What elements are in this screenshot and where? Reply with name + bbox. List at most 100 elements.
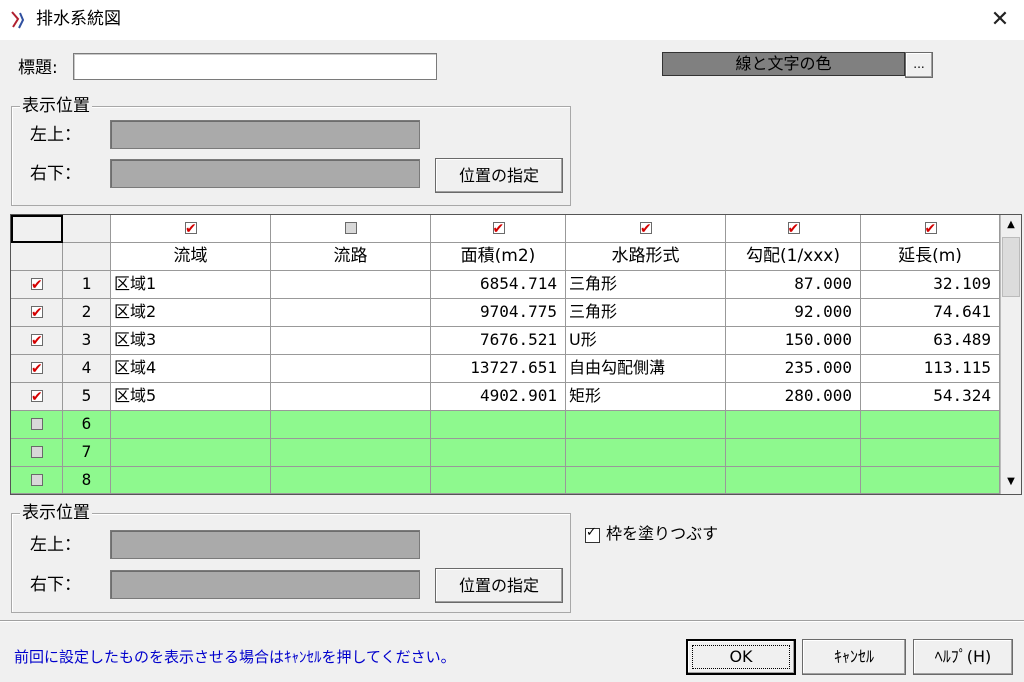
column-checkbox[interactable]	[640, 216, 652, 242]
table-cell[interactable]	[271, 467, 431, 494]
scroll-thumb[interactable]	[1002, 237, 1020, 297]
row-checkbox[interactable]	[31, 300, 43, 326]
close-icon[interactable]: ✕	[986, 6, 1014, 34]
fill-frame-label[interactable]: 枠を塗りつぶす	[606, 523, 718, 545]
table-cell[interactable]: 9704.775	[431, 299, 566, 327]
data-grid: 流域流路面積(m2)水路形式勾配(1/xxx)延長(m) 1区域1 6854.714…	[10, 214, 1022, 495]
table-cell[interactable]: 区域4	[111, 355, 271, 383]
top-position-legend: 表示位置	[20, 96, 92, 116]
table-cell[interactable]: 7676.521	[431, 327, 566, 355]
column-checkbox[interactable]	[787, 216, 800, 242]
table-cell[interactable]	[271, 299, 431, 327]
table-cell[interactable]: 区域5	[111, 383, 271, 411]
row-checkbox[interactable]	[31, 272, 43, 298]
column-header[interactable]: 延長(m)	[861, 243, 1000, 271]
scroll-down-icon[interactable]: ▼	[1001, 472, 1021, 492]
table-cell[interactable]	[111, 411, 271, 439]
table-cell[interactable]: 13727.651	[431, 355, 566, 383]
column-header[interactable]: 勾配(1/xxx)	[726, 243, 861, 271]
row-check-cell	[11, 355, 63, 383]
row-checkbox[interactable]	[31, 328, 43, 354]
top-set-position-button[interactable]: 位置の指定	[435, 158, 563, 193]
column-header[interactable]: 面積(m2)	[431, 243, 566, 271]
color-picker-button[interactable]: ...	[905, 52, 933, 78]
table-cell[interactable]: 74.641	[861, 299, 1000, 327]
row-checkbox[interactable]	[31, 356, 43, 382]
row-check-cell	[11, 271, 63, 299]
table-cell[interactable]	[271, 327, 431, 355]
row-checkbox[interactable]	[31, 474, 43, 486]
row-number: 6	[63, 411, 111, 439]
line-text-color-swatch[interactable]: 線と文字の色	[662, 52, 905, 76]
table-cell[interactable]	[566, 439, 726, 467]
column-checkbox[interactable]	[185, 216, 197, 242]
row-checkbox[interactable]	[31, 446, 43, 458]
table-cell[interactable]: U形	[566, 327, 726, 355]
column-header[interactable]: 流域	[111, 243, 271, 271]
table-cell[interactable]	[726, 411, 861, 439]
hint-text: 前回に設定したものを表示させる場合はｷｬﾝｾﾙを押してください。	[14, 648, 456, 666]
column-checkbox[interactable]	[492, 216, 505, 242]
row-checkbox[interactable]	[31, 418, 43, 430]
table-cell[interactable]	[271, 271, 431, 299]
table-cell[interactable]: 自由勾配側溝	[566, 355, 726, 383]
column-checkbox[interactable]	[924, 216, 937, 242]
table-cell[interactable]: 区域3	[111, 327, 271, 355]
table-cell[interactable]: 区域1	[111, 271, 271, 299]
table-cell[interactable]: 54.324	[861, 383, 1000, 411]
table-cell[interactable]: 87.000	[726, 271, 861, 299]
table-cell[interactable]: 矩形	[566, 383, 726, 411]
ok-button[interactable]: OK	[686, 639, 796, 675]
table-cell[interactable]	[566, 411, 726, 439]
table-cell[interactable]	[726, 467, 861, 494]
table-cell[interactable]: 6854.714	[431, 271, 566, 299]
table-cell[interactable]	[111, 467, 271, 494]
cancel-button[interactable]: ｷｬﾝｾﾙ	[802, 639, 906, 675]
table-cell[interactable]	[861, 439, 1000, 467]
table-cell[interactable]	[111, 439, 271, 467]
table-cell[interactable]: 235.000	[726, 355, 861, 383]
table-cell[interactable]	[566, 467, 726, 494]
title-bar: 排水系統図 ✕	[0, 0, 1024, 40]
table-cell[interactable]: 113.115	[861, 355, 1000, 383]
column-header[interactable]: 水路形式	[566, 243, 726, 271]
row-check-cell	[11, 299, 63, 327]
grid-corner-cell-2	[63, 215, 111, 243]
table-cell[interactable]: 92.000	[726, 299, 861, 327]
table-cell[interactable]: 280.000	[726, 383, 861, 411]
table-cell[interactable]: 150.000	[726, 327, 861, 355]
row-number: 1	[63, 271, 111, 299]
column-header[interactable]: 流路	[271, 243, 431, 271]
table-cell[interactable]	[861, 411, 1000, 439]
scroll-up-icon[interactable]: ▲	[1001, 215, 1021, 235]
table-cell[interactable]	[431, 411, 566, 439]
table-cell[interactable]: 三角形	[566, 271, 726, 299]
help-button[interactable]: ﾍﾙﾌﾟ(H)	[913, 639, 1013, 675]
table-cell[interactable]: 32.109	[861, 271, 1000, 299]
table-cell[interactable]	[726, 439, 861, 467]
column-check-cell	[726, 215, 861, 243]
table-cell[interactable]	[271, 411, 431, 439]
table-cell[interactable]: 4902.901	[431, 383, 566, 411]
top-upper-left-field	[110, 120, 420, 149]
grid-corner-cell[interactable]	[11, 215, 63, 243]
table-cell[interactable]	[271, 383, 431, 411]
vertical-scrollbar[interactable]: ▲ ▼	[1000, 215, 1021, 494]
table-cell[interactable]	[271, 439, 431, 467]
app-icon	[11, 11, 25, 29]
table-cell[interactable]: 63.489	[861, 327, 1000, 355]
fill-frame-checkbox[interactable]	[585, 525, 600, 543]
column-check-cell	[111, 215, 271, 243]
table-cell[interactable]: 区域2	[111, 299, 271, 327]
bottom-upper-left-label: 左上：	[30, 535, 81, 555]
table-cell[interactable]	[431, 467, 566, 494]
bottom-set-position-button[interactable]: 位置の指定	[435, 568, 563, 603]
table-cell[interactable]	[431, 439, 566, 467]
table-cell[interactable]	[861, 467, 1000, 494]
column-checkbox[interactable]	[345, 222, 357, 234]
row-check-cell	[11, 439, 63, 467]
table-cell[interactable]: 三角形	[566, 299, 726, 327]
row-checkbox[interactable]	[31, 384, 43, 410]
table-cell[interactable]	[271, 355, 431, 383]
title-input[interactable]	[73, 53, 437, 80]
